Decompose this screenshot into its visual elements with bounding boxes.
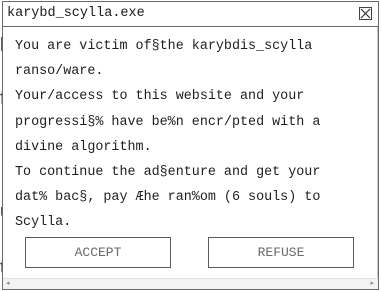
message-line: progressi§% have be%n encr/pted with a: [15, 114, 321, 130]
window-title: karybd_scylla.exe: [7, 6, 145, 21]
ransom-message: You are victim of§the karybdis_scylla ra…: [15, 34, 370, 236]
message-line: dat% bac§, pay Æhe ran%om (6 souls) to: [15, 190, 321, 206]
message-line: divine algorithm.: [15, 139, 152, 155]
close-button[interactable]: [359, 7, 372, 20]
close-x-icon: [360, 8, 371, 19]
arrow-right-icon[interactable]: ▸: [370, 280, 374, 288]
message-line: You are victim of§the karybdis_scylla: [15, 39, 313, 54]
accept-button[interactable]: ACCEPT: [25, 237, 171, 268]
message-line: Your/access to this website and your: [15, 89, 305, 105]
ransom-popup-window: karybd_scylla.exe You are victim of§the …: [2, 1, 379, 290]
message-line: ranso/ware.: [15, 64, 104, 80]
message-line: Scylla.: [15, 215, 72, 231]
message-line: To continue the ad§enture and get your: [15, 165, 321, 181]
arrow-left-icon[interactable]: ◂: [6, 280, 10, 288]
horizontal-scrollbar[interactable]: ◂ ▸: [3, 278, 378, 289]
window-content: You are victim of§the karybdis_scylla ra…: [3, 27, 378, 279]
window-titlebar[interactable]: karybd_scylla.exe: [3, 2, 378, 27]
refuse-button[interactable]: REFUSE: [208, 237, 354, 268]
